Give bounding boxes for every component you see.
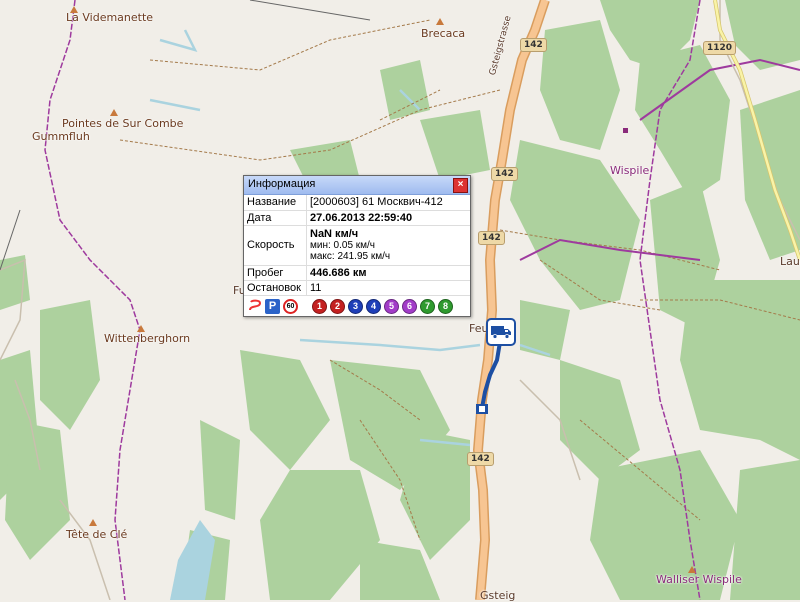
info-titlebar[interactable]: Информация × xyxy=(244,176,470,195)
label-tete: Tête de Clé xyxy=(66,528,128,541)
stop-number-icon-2[interactable]: 2 xyxy=(330,298,345,314)
shield-142: 142 xyxy=(467,452,494,466)
peak-icon-brecaca xyxy=(436,18,444,25)
speed-min: мин: 0.05 км/ч xyxy=(310,240,376,251)
shield-142: 142 xyxy=(491,167,518,181)
close-button[interactable]: × xyxy=(453,178,468,193)
name-label: Название xyxy=(244,195,307,211)
stop-number-icon-7[interactable]: 7 xyxy=(420,298,435,314)
stops-label: Остановок xyxy=(244,280,307,296)
route-icon[interactable] xyxy=(247,299,262,314)
info-window: Информация × Название [2000603] 61 Москв… xyxy=(243,175,471,317)
table-row: Пробег 446.686 км xyxy=(244,265,470,281)
shield-1120: 1120 xyxy=(703,41,737,55)
stop-number-icons: 12345678 xyxy=(312,298,453,314)
vehicle-marker[interactable] xyxy=(486,318,516,346)
start-marker-icon xyxy=(476,404,488,414)
peak-icon-walliser xyxy=(688,566,696,573)
date-value: 27.06.2013 22:59:40 xyxy=(306,210,470,226)
poi-marker-icon xyxy=(623,128,628,133)
label-brecaca: Brecaca xyxy=(421,27,466,40)
stop-number-icon-4[interactable]: 4 xyxy=(366,298,381,314)
info-table: Название [2000603] 61 Москвич-412 Дата 2… xyxy=(244,195,470,296)
speed-limit-icon[interactable]: 60 xyxy=(283,298,298,314)
shield-142: 142 xyxy=(520,38,547,52)
stops-value: 11 xyxy=(306,280,470,296)
parking-icon[interactable]: P xyxy=(265,298,280,314)
label-pointes: Pointes de Sur Combe xyxy=(62,117,184,130)
label-wittenberghorn: Wittenberghorn xyxy=(104,332,191,345)
speed-cell: NaN км/ч мин: 0.05 км/ч макс: 241.95 км/… xyxy=(306,225,470,266)
stop-number-icon-6[interactable]: 6 xyxy=(402,298,417,314)
stop-number-icon-5[interactable]: 5 xyxy=(384,298,399,314)
speed-max: макс: 241.95 км/ч xyxy=(310,251,391,262)
mileage-value: 446.686 км xyxy=(306,265,470,281)
table-row: Скорость NaN км/ч мин: 0.05 км/ч макс: 2… xyxy=(244,225,470,266)
label-vidmanette: La Videmanette xyxy=(66,11,154,24)
label-gsteig: Gsteig xyxy=(480,589,516,602)
name-value: [2000603] 61 Москвич-412 xyxy=(306,195,470,211)
date-label: Дата xyxy=(244,210,307,226)
table-row: Название [2000603] 61 Москвич-412 xyxy=(244,195,470,211)
peak-icon-tete xyxy=(89,519,97,526)
speed-value: NaN км/ч xyxy=(310,228,359,240)
peak-icon-pointes xyxy=(110,109,118,116)
label-laue: Laue xyxy=(780,255,800,268)
info-title: Информация xyxy=(248,178,316,190)
peak-icon-wittenberghorn xyxy=(137,325,145,332)
truck-icon xyxy=(491,326,511,339)
label-walliser: Walliser Wispile xyxy=(656,573,742,586)
stop-number-icon-3[interactable]: 3 xyxy=(348,298,363,314)
speed-label: Скорость xyxy=(244,225,307,266)
stop-number-icon-8[interactable]: 8 xyxy=(438,298,453,314)
table-row: Дата 27.06.2013 22:59:40 xyxy=(244,210,470,226)
stop-number-icon-1[interactable]: 1 xyxy=(312,298,327,314)
label-wispile: Wispile xyxy=(610,164,650,177)
table-row: Остановок 11 xyxy=(244,280,470,296)
shield-142: 142 xyxy=(478,231,505,245)
mileage-label: Пробег xyxy=(244,265,307,281)
label-gummfluh: Gummfluh xyxy=(32,130,90,143)
info-toolbar: P 60 12345678 xyxy=(244,296,470,314)
